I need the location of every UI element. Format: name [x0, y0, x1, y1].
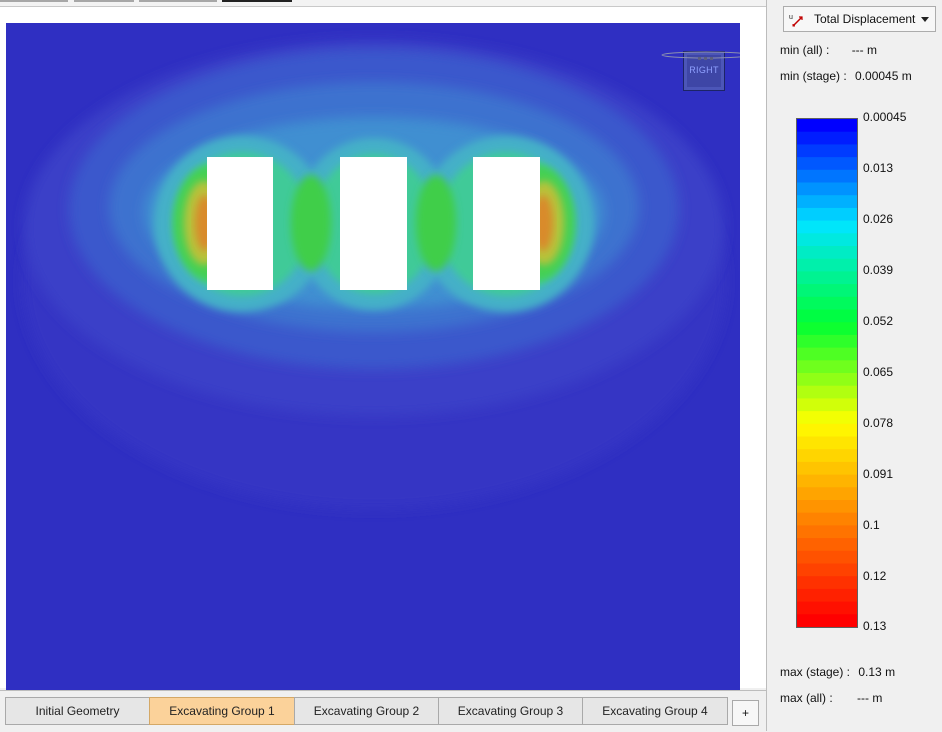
legend-color-band	[797, 411, 857, 425]
result-legend-panel: u Total Displacement min (all) : --- m m…	[766, 0, 942, 731]
legend-color-band	[797, 398, 857, 412]
max-stage-value: 0.13 m	[858, 665, 896, 679]
legend-color-band	[797, 207, 857, 222]
legend-color-band	[797, 423, 857, 438]
chevron-down-icon	[921, 17, 929, 22]
legend-color-band	[797, 563, 857, 577]
legend-color-band	[797, 271, 857, 285]
legend-tick: 0.1	[863, 518, 880, 532]
legend-color-band	[797, 296, 857, 311]
min-all-row: min (all) : --- m	[780, 43, 877, 57]
top-tab[interactable]	[139, 0, 217, 2]
legend-color-band	[797, 588, 857, 603]
legend-tick: 0.026	[863, 212, 894, 226]
svg-text:u: u	[789, 14, 793, 21]
legend-tick: 0.12	[863, 569, 887, 583]
top-tab-strip	[0, 0, 766, 7]
stage-tab-excavating-group-2[interactable]: Excavating Group 2	[294, 697, 439, 725]
legend-color-band	[797, 373, 857, 387]
legend-color-band	[797, 525, 857, 539]
model-viewport[interactable]: RIGHT	[6, 23, 740, 690]
legend-color-band	[797, 461, 857, 476]
legend-color-band	[797, 233, 857, 247]
max-all-row: max (all) : --- m	[780, 691, 882, 705]
excavation-opening-1	[207, 157, 273, 290]
legend-tick: 0.052	[863, 314, 894, 328]
legend-color-band	[797, 284, 857, 298]
top-tab[interactable]	[74, 0, 134, 2]
max-stage-row: max (stage) : 0.13 m	[780, 665, 895, 679]
legend-color-band	[797, 500, 857, 514]
top-tab[interactable]	[0, 0, 68, 2]
legend-color-band	[797, 538, 857, 552]
min-all-value: --- m	[851, 43, 878, 57]
result-type-label: Total Displacement	[814, 12, 916, 26]
view-cube[interactable]: RIGHT	[660, 51, 740, 95]
stage-tab-bar: Initial Geometry Excavating Group 1 Exca…	[0, 690, 766, 732]
legend-color-band	[797, 309, 857, 323]
legend-color-band	[797, 157, 857, 171]
legend-color-band	[797, 334, 857, 349]
legend-color-band	[797, 360, 857, 374]
legend-tick: 0.039	[863, 263, 894, 277]
view-cube-ring[interactable]	[660, 51, 740, 61]
legend-tick: 0.00045	[863, 110, 907, 124]
legend-color-band	[797, 487, 857, 501]
viewport-frame: RIGHT	[0, 7, 766, 690]
stage-tab-initial-geometry[interactable]: Initial Geometry	[5, 697, 150, 725]
max-all-label: max (all) :	[780, 691, 833, 705]
stage-tab-excavating-group-3[interactable]: Excavating Group 3	[438, 697, 583, 725]
color-legend-bar	[796, 118, 858, 628]
legend-color-band	[797, 347, 857, 361]
displacement-icon: u	[789, 14, 803, 27]
excavation-opening-2	[340, 157, 407, 290]
legend-color-band	[797, 601, 857, 615]
legend-color-band	[797, 119, 857, 133]
min-stage-value: 0.00045 m	[855, 69, 912, 83]
legend-color-band	[797, 385, 857, 399]
legend-color-band	[797, 436, 857, 450]
legend-color-band	[797, 512, 857, 526]
legend-tick: 0.065	[863, 365, 894, 379]
excavation-opening-3	[473, 157, 540, 290]
legend-color-band	[797, 131, 857, 145]
add-stage-button[interactable]: +	[732, 700, 759, 726]
legend-color-band	[797, 246, 857, 260]
legend-tick: 0.013	[863, 161, 894, 175]
stage-tab-excavating-group-4[interactable]: Excavating Group 4	[582, 697, 728, 725]
min-stage-row: min (stage) : 0.00045 m	[780, 69, 912, 83]
legend-color-band	[797, 220, 857, 234]
legend-color-band	[797, 322, 857, 336]
legend-color-band	[797, 576, 857, 590]
legend-color-band	[797, 182, 857, 196]
legend-color-band	[797, 144, 857, 158]
legend-color-band	[797, 449, 857, 463]
max-all-value: --- m	[857, 691, 883, 705]
legend-color-band	[797, 169, 857, 184]
legend-color-band	[797, 474, 857, 488]
stage-tab-excavating-group-1[interactable]: Excavating Group 1	[149, 697, 295, 725]
top-tab-active[interactable]	[222, 0, 292, 2]
legend-color-band	[797, 195, 857, 209]
min-stage-label: min (stage) :	[780, 69, 847, 83]
legend-tick: 0.13	[863, 619, 887, 633]
legend-tick: 0.078	[863, 416, 894, 430]
legend-color-band	[797, 614, 857, 627]
result-type-dropdown[interactable]: u Total Displacement	[783, 6, 936, 32]
displacement-contour-plot	[6, 23, 740, 690]
legend-color-band	[797, 550, 857, 565]
max-stage-label: max (stage) :	[780, 665, 851, 679]
view-cube-label: RIGHT	[689, 65, 719, 75]
legend-tick: 0.091	[863, 467, 894, 481]
legend-color-band	[797, 258, 857, 272]
color-legend-gradient	[797, 119, 857, 627]
min-all-label: min (all) :	[780, 43, 830, 57]
